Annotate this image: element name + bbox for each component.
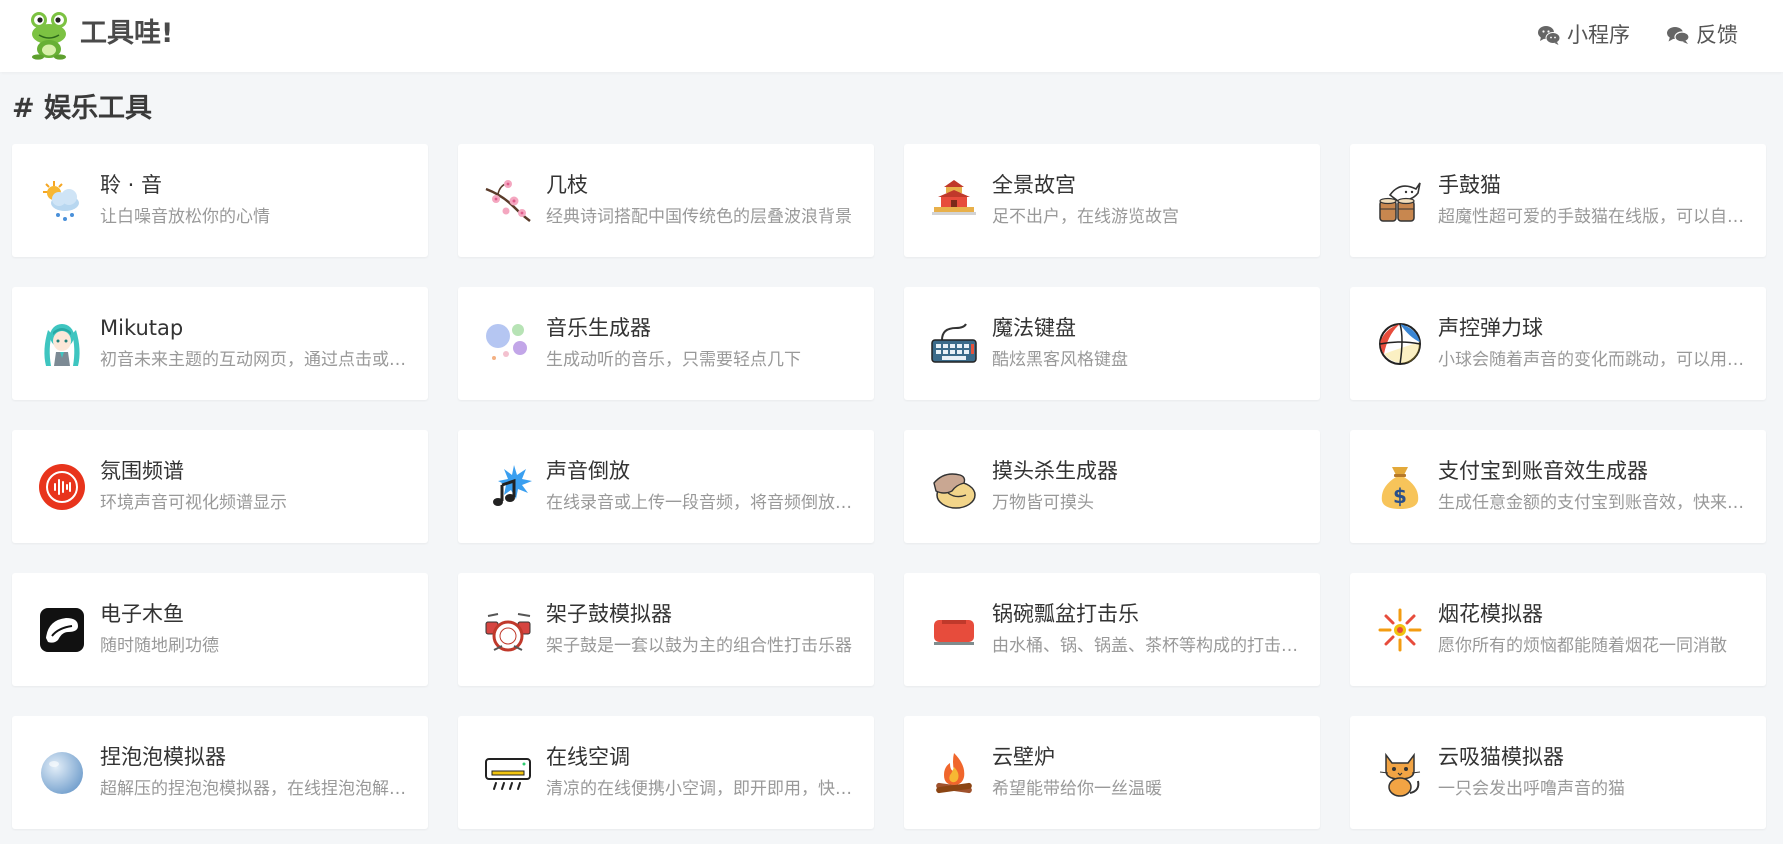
air-conditioner-icon: [485, 758, 531, 790]
nav-mini-program-link[interactable]: 小程序: [1537, 20, 1630, 50]
tool-desc: 环境声音可视化频谱显示: [100, 493, 287, 513]
top-header: 工具哇! 小程序 反馈: [0, 0, 1783, 72]
nav-feedback-link[interactable]: 反馈: [1666, 20, 1738, 50]
comments-icon: [1667, 27, 1690, 44]
drum-kit-icon: [485, 613, 531, 652]
tool-card-bongo-cat[interactable]: 手鼓猫 超魔性超可爱的手鼓猫在线版，可以自由发挥: [1350, 144, 1766, 257]
tool-desc: 清凉的在线便携小空调，即开即用，快来体验: [546, 779, 856, 799]
tool-desc: 生成任意金额的支付宝到账音效，快来试试吧: [1438, 493, 1748, 513]
tool-title: 手鼓猫: [1438, 173, 1501, 197]
tool-title: 声控弹力球: [1438, 316, 1543, 340]
keyboard-icon: [931, 323, 977, 363]
tool-desc: 架子鼓是一套以鼓为主的组合性打击乐器: [546, 636, 852, 656]
tool-title: Mikutap: [100, 316, 184, 340]
tool-desc: 经典诗词搭配中国传统色的层叠波浪背景: [546, 207, 852, 227]
bubble-icon: [41, 752, 83, 794]
tool-desc: 超解压的捏泡泡模拟器，在线捏泡泡解压神器: [100, 779, 410, 799]
wechat-icon: [1538, 26, 1561, 45]
music-bubbles-icon: [486, 324, 527, 360]
tool-title: 在线空调: [546, 745, 630, 769]
tool-desc: 生成动听的音乐，只需要轻点几下: [546, 350, 801, 370]
tool-desc: 由水桶、锅、锅盖、茶杯等构成的打击乐器: [992, 636, 1302, 656]
miku-icon: [44, 324, 80, 366]
tool-title: 捏泡泡模拟器: [100, 745, 226, 769]
nav-mini-program-label: 小程序: [1567, 23, 1630, 47]
tool-card-voice-ball[interactable]: 声控弹力球 小球会随着声音的变化而跳动，可以用来测试声音: [1350, 287, 1766, 400]
tool-card-mikutap[interactable]: Mikutap 初音未来主题的互动网页，通过点击或敲击键盘演奏: [12, 287, 428, 400]
tool-desc: 一只会发出呼噜声音的猫: [1438, 779, 1625, 799]
tool-grid: 聆 · 音 让白噪音放松你的心情 几枝 经典诗词搭配中国传统色的层叠波浪背景 全…: [12, 144, 1766, 829]
forbidden-city-icon: [932, 180, 976, 215]
tool-title: 烟花模拟器: [1438, 602, 1543, 626]
campfire-icon: [936, 753, 972, 794]
cat-icon: [1379, 752, 1421, 797]
nav-feedback-label: 反馈: [1696, 23, 1738, 47]
tool-title: 氛围频谱: [100, 459, 184, 483]
tool-desc: 小球会随着声音的变化而跳动，可以用来测试声音: [1438, 350, 1748, 370]
tool-desc: 超魔性超可爱的手鼓猫在线版，可以自由发挥: [1438, 207, 1748, 227]
tool-card-wooden-fish[interactable]: 电子木鱼 随时随地刷功德: [12, 573, 428, 686]
tool-card-reverse-audio[interactable]: 声音倒放 在线录音或上传一段音频，将音频倒放播放: [458, 430, 874, 543]
tool-title: 魔法键盘: [992, 316, 1076, 340]
frog-logo-icon[interactable]: [28, 10, 70, 60]
tool-card-gugong[interactable]: 全景故宫 足不出户，在线游览故宫: [904, 144, 1320, 257]
tool-card-magic-keyboard[interactable]: 魔法键盘 酷炫黑客风格键盘: [904, 287, 1320, 400]
tool-desc: 万物皆可摸头: [992, 493, 1094, 513]
firework-icon: [1378, 608, 1422, 652]
section-title: # 娱乐工具: [12, 93, 153, 124]
tool-card-bubble-wrap[interactable]: 捏泡泡模拟器 超解压的捏泡泡模拟器，在线捏泡泡解压神器: [12, 716, 428, 829]
tool-desc: 足不出户，在线游览故宫: [992, 207, 1179, 227]
tool-title: 聆 · 音: [100, 173, 163, 197]
tool-title: 几枝: [546, 173, 588, 197]
tool-card-music-generator[interactable]: 音乐生成器 生成动听的音乐，只需要轻点几下: [458, 287, 874, 400]
audio-spectrum-icon: [39, 464, 85, 510]
svg-text:$: $: [1393, 484, 1407, 508]
tool-card-fireworks[interactable]: 烟花模拟器 愿你所有的烦恼都能随着烟花一同消散: [1350, 573, 1766, 686]
music-note-burst-icon: [493, 465, 532, 506]
tool-card-drum-kit[interactable]: 架子鼓模拟器 架子鼓是一套以鼓为主的组合性打击乐器: [458, 573, 874, 686]
tool-card-fireplace[interactable]: 云壁炉 希望能带给你一丝温暖: [904, 716, 1320, 829]
tool-card-lingyin[interactable]: 聆 · 音 让白噪音放松你的心情: [12, 144, 428, 257]
weather-cloud-sun-rain-icon: [43, 181, 79, 221]
wooden-fish-icon: [40, 608, 84, 652]
tool-desc: 随时随地刷功德: [100, 636, 219, 656]
tool-title: 支付宝到账音效生成器: [1438, 459, 1648, 483]
tool-card-pat-head[interactable]: 摸头杀生成器 万物皆可摸头: [904, 430, 1320, 543]
cherry-blossom-branch-icon: [485, 180, 531, 222]
tool-desc: 让白噪音放松你的心情: [100, 207, 270, 227]
tool-desc: 希望能带给你一丝温暖: [992, 779, 1162, 799]
tool-desc: 酷炫黑客风格键盘: [992, 350, 1128, 370]
tool-title: 云吸猫模拟器: [1438, 745, 1564, 769]
tool-card-air-conditioner[interactable]: 在线空调 清凉的在线便携小空调，即开即用，快来体验: [458, 716, 874, 829]
tool-desc: 愿你所有的烦恼都能随着烟花一同消散: [1438, 636, 1727, 656]
brand-name[interactable]: 工具哇!: [80, 16, 173, 52]
tool-title: 声音倒放: [546, 459, 630, 483]
top-nav: 小程序 反馈: [1537, 20, 1738, 50]
beach-ball-icon: [1379, 323, 1421, 365]
tool-card-cloud-cat[interactable]: 云吸猫模拟器 一只会发出呼噜声音的猫: [1350, 716, 1766, 829]
bongo-cat-icon: [1379, 182, 1421, 222]
tool-title: 电子木鱼: [100, 602, 184, 626]
tool-title: 锅碗瓢盆打击乐: [992, 602, 1139, 626]
tool-card-spectrum[interactable]: 氛围频谱 环境声音可视化频谱显示: [12, 430, 428, 543]
tool-desc: 在线录音或上传一段音频，将音频倒放播放: [546, 493, 856, 513]
tool-desc: 初音未来主题的互动网页，通过点击或敲击键盘演奏: [100, 350, 410, 370]
tool-card-kitchen-percussion[interactable]: 锅碗瓢盆打击乐 由水桶、锅、锅盖、茶杯等构成的打击乐器: [904, 573, 1320, 686]
tool-title: 云壁炉: [992, 745, 1055, 769]
tool-card-alipay-sound[interactable]: $ 支付宝到账音效生成器 生成任意金额的支付宝到账音效，快来试试吧: [1350, 430, 1766, 543]
pat-hand-icon: [933, 473, 976, 509]
toaster-icon: [934, 620, 974, 645]
tool-title: 架子鼓模拟器: [546, 602, 672, 626]
tool-card-jizhi[interactable]: 几枝 经典诗词搭配中国传统色的层叠波浪背景: [458, 144, 874, 257]
tool-title: 摸头杀生成器: [992, 459, 1118, 483]
tool-title: 全景故宫: [992, 173, 1076, 197]
tool-title: 音乐生成器: [546, 316, 651, 340]
money-bag-icon: $: [1381, 467, 1419, 509]
